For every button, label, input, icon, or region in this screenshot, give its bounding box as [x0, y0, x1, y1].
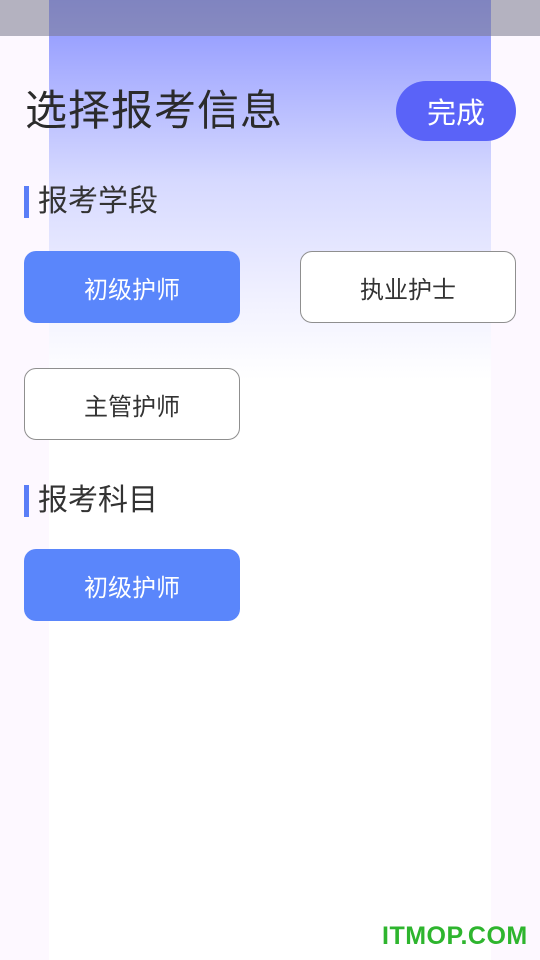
section-accent-bar — [24, 485, 29, 517]
option-subject-primary-nurse[interactable]: 初级护师 — [24, 549, 240, 621]
option-supervisor-nurse[interactable]: 主管护师 — [24, 368, 240, 440]
section-label: 报考科目 — [38, 483, 158, 518]
option-primary-nurse[interactable]: 初级护师 — [24, 251, 240, 323]
section-accent-bar — [24, 186, 29, 218]
section-title-exam-subject: 报考科目 — [24, 484, 158, 518]
option-licensed-nurse[interactable]: 执业护士 — [300, 251, 516, 323]
done-button[interactable]: 完成 — [396, 81, 516, 141]
section-title-exam-stage: 报考学段 — [24, 185, 158, 219]
select-exam-info-page: 选择报考信息 完成 报考学段 初级护师 执业护士 主管护师 报考科目 初级护师 … — [0, 0, 540, 960]
section-label: 报考学段 — [38, 184, 158, 219]
watermark: ITMOP.COM — [382, 922, 528, 950]
page-title: 选择报考信息 — [25, 86, 284, 135]
